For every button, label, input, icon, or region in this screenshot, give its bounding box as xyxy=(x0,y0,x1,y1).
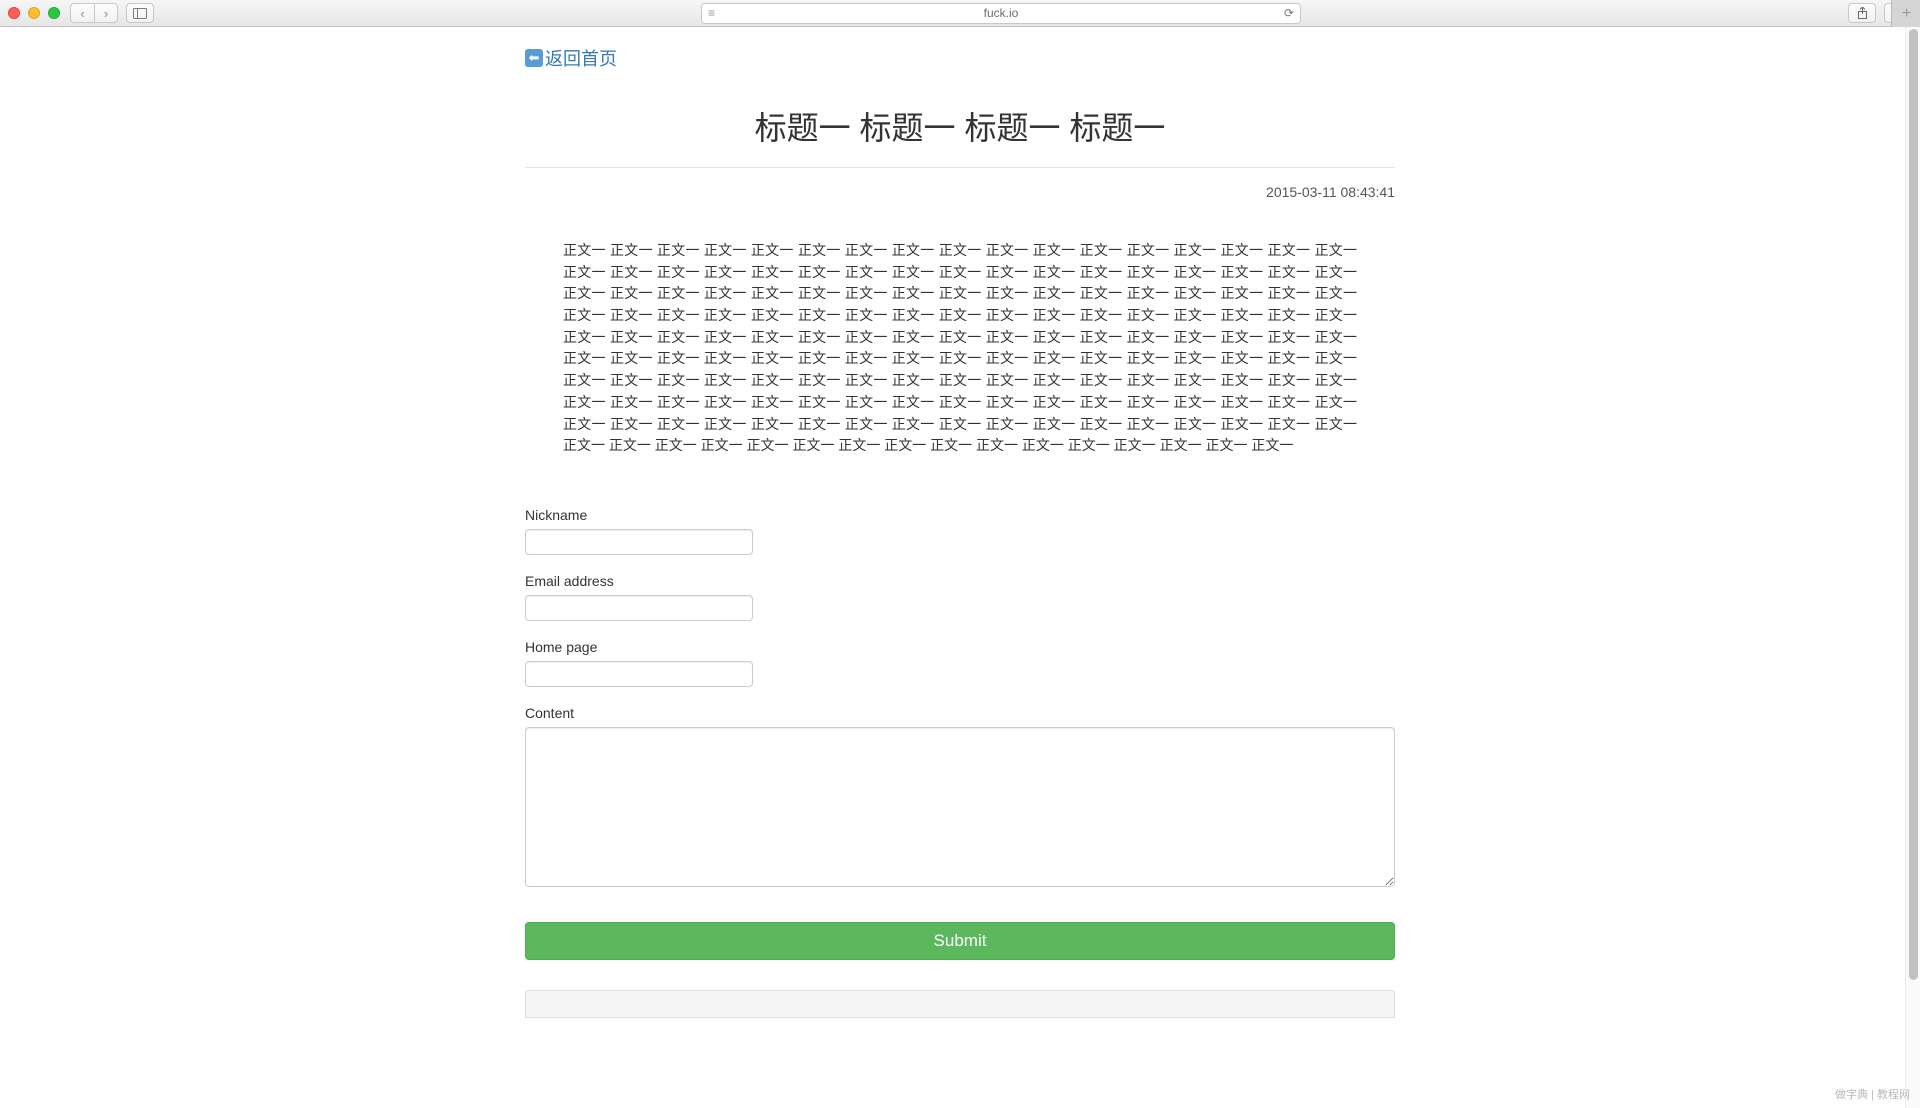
scrollbar-track[interactable] xyxy=(1905,27,1920,1108)
sidebar-toggle-button[interactable] xyxy=(126,3,154,23)
nav-buttons: ‹ › xyxy=(70,3,118,23)
scrollbar-thumb[interactable] xyxy=(1909,29,1918,980)
homepage-label: Home page xyxy=(525,639,1395,655)
article-body: 正文一 正文一 正文一 正文一 正文一 正文一 正文一 正文一 正文一 正文一 … xyxy=(525,240,1395,457)
submit-button[interactable]: Submit xyxy=(525,922,1395,960)
new-tab-button[interactable]: + xyxy=(1891,0,1920,27)
reader-icon[interactable]: ≡ xyxy=(708,6,715,20)
email-label: Email address xyxy=(525,573,1395,589)
nickname-input[interactable] xyxy=(525,529,753,555)
homepage-input[interactable] xyxy=(525,661,753,687)
reload-icon[interactable]: ⟳ xyxy=(1284,6,1294,20)
back-button[interactable]: ‹ xyxy=(70,3,94,23)
share-icon xyxy=(1857,7,1868,19)
minimize-window-button[interactable] xyxy=(28,7,40,19)
email-input[interactable] xyxy=(525,595,753,621)
back-arrow-icon: ⬅ xyxy=(525,49,543,67)
back-link-label: 返回首页 xyxy=(545,45,617,71)
title-divider xyxy=(525,167,1395,168)
nickname-label: Nickname xyxy=(525,507,1395,523)
article-title: 标题一 标题一 标题一 标题一 xyxy=(525,103,1395,149)
sidebar-icon xyxy=(133,8,147,19)
article-timestamp: 2015-03-11 08:43:41 xyxy=(525,184,1395,200)
back-home-link[interactable]: ⬅ 返回首页 xyxy=(525,45,617,71)
close-window-button[interactable] xyxy=(8,7,20,19)
watermark-text: 做字典 | 教程网 xyxy=(1835,1086,1910,1102)
url-text: fuck.io xyxy=(984,6,1019,20)
forward-button[interactable]: › xyxy=(94,3,118,23)
browser-toolbar: ‹ › ≡ fuck.io ⟳ + xyxy=(0,0,1920,27)
comments-panel-header xyxy=(525,990,1395,1018)
maximize-window-button[interactable] xyxy=(48,7,60,19)
window-controls xyxy=(8,7,60,19)
content-textarea[interactable] xyxy=(525,727,1395,887)
address-bar[interactable]: ≡ fuck.io ⟳ xyxy=(701,3,1301,24)
share-button[interactable] xyxy=(1848,3,1876,23)
content-label: Content xyxy=(525,705,1395,721)
